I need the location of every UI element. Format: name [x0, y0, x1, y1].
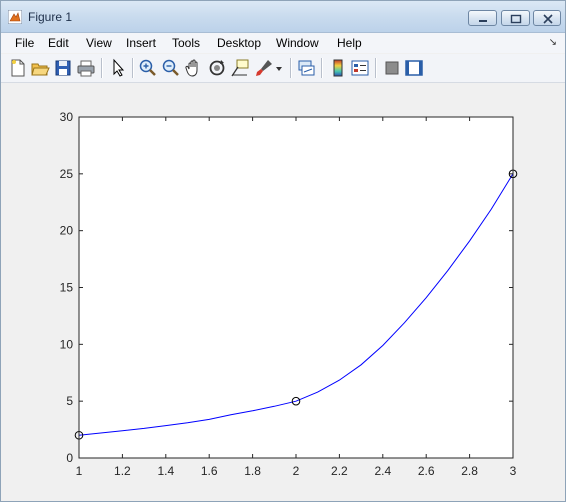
y-tick-label: 30	[60, 110, 74, 124]
menu-insert[interactable]: Insert	[126, 36, 156, 50]
x-tick-label: 2.2	[331, 464, 348, 478]
matlab-icon	[7, 9, 23, 25]
hide-plot-tools-icon[interactable]	[382, 58, 402, 78]
toolbar-separator	[321, 58, 323, 78]
close-button[interactable]	[533, 10, 561, 26]
x-tick-label: 1.8	[244, 464, 261, 478]
x-tick-label: 2	[293, 464, 300, 478]
figure-canvas: 1 1.2 1.4 1.6 1.8 2 2.2 2.4 2.6 2.8 3 0 5 10 15 20 25 30	[1, 83, 565, 501]
show-plot-tools-icon[interactable]	[404, 58, 424, 78]
zoom-out-icon[interactable]	[161, 58, 181, 78]
plot-axes[interactable]: 1 1.2 1.4 1.6 1.8 2 2.2 2.4 2.6 2.8 3051015202530	[1, 83, 565, 501]
toolbar-separator	[290, 58, 292, 78]
x-tick-label: 1.4	[157, 464, 174, 478]
y-tick-label: 15	[60, 281, 74, 295]
y-tick-label: 5	[66, 394, 73, 408]
save-icon[interactable]	[53, 58, 73, 78]
maximize-button[interactable]	[501, 10, 530, 26]
menu-help[interactable]: Help	[337, 36, 362, 50]
rotate-3d-icon[interactable]	[207, 58, 227, 78]
open-file-icon[interactable]	[30, 58, 50, 78]
edit-plot-icon[interactable]	[108, 58, 128, 78]
insert-legend-icon[interactable]	[350, 58, 370, 78]
x-tick-label: 2.4	[374, 464, 391, 478]
x-tick-label: 1.2	[114, 464, 131, 478]
x-tick-label: 1	[76, 464, 83, 478]
y-tick-label: 20	[60, 224, 74, 238]
print-icon[interactable]	[76, 58, 96, 78]
figure-toolbar	[1, 54, 565, 83]
x-tick-label: 1.6	[201, 464, 218, 478]
y-tick-label: 0	[66, 451, 73, 465]
menu-edit[interactable]: Edit	[48, 36, 69, 50]
x-tick-label: 2.6	[418, 464, 435, 478]
menu-desktop[interactable]: Desktop	[217, 36, 261, 50]
menu-bar: File Edit View Insert Tools Desktop Wind…	[1, 33, 565, 53]
title-bar[interactable]: Figure 1	[1, 1, 565, 33]
toolbar-separator	[375, 58, 377, 78]
y-tick-label: 25	[60, 167, 74, 181]
menu-overflow-icon[interactable]: ↘	[549, 37, 557, 48]
x-tick-label: 3	[510, 464, 517, 478]
menu-tools[interactable]: Tools	[172, 36, 200, 50]
x-tick-label: 2.8	[461, 464, 478, 478]
axes-background[interactable]	[79, 117, 513, 458]
y-tick-label: 10	[60, 337, 74, 351]
insert-colorbar-icon[interactable]	[328, 58, 348, 78]
menu-file[interactable]: File	[15, 36, 34, 50]
zoom-in-icon[interactable]	[138, 58, 158, 78]
figure-window: Figure 1 File Edit View Insert Tools Des…	[0, 0, 566, 502]
brush-icon[interactable]	[254, 58, 274, 78]
menu-view[interactable]: View	[86, 36, 112, 50]
toolbar-separator	[101, 58, 103, 78]
minimize-button[interactable]	[468, 10, 497, 26]
new-figure-icon[interactable]	[8, 58, 28, 78]
brush-dropdown-icon[interactable]	[274, 58, 284, 78]
menu-window[interactable]: Window	[276, 36, 319, 50]
toolbar-separator	[132, 58, 134, 78]
window-title: Figure 1	[28, 10, 73, 24]
data-cursor-icon[interactable]	[230, 58, 250, 78]
link-plot-icon[interactable]	[296, 58, 316, 78]
pan-icon[interactable]	[184, 58, 204, 78]
